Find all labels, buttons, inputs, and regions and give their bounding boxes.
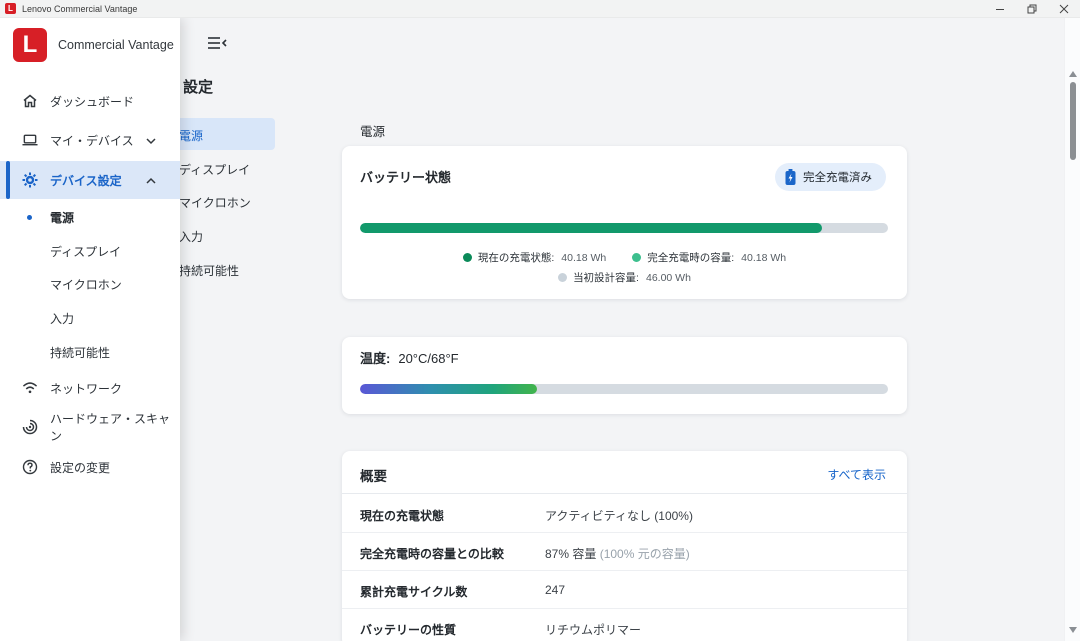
gear-icon — [22, 172, 38, 188]
row-cycle-count-label: 累計充電サイクル数 — [360, 583, 467, 600]
sidebar-item-display[interactable]: ディスプレイ — [0, 237, 180, 265]
table-row: 完全充電時の容量との比較 87% 容量 (100% 元の容量) — [342, 533, 907, 571]
sidebar-item-network[interactable]: ネットワーク — [0, 374, 180, 402]
legend-dot-current — [463, 253, 472, 262]
legend-current-charge: 現在の充電状態: 40.18 Wh — [463, 250, 606, 265]
battery-status-badge: 完全充電済み — [775, 163, 886, 191]
legend-design-value: 46.00 Wh — [646, 272, 691, 284]
close-button[interactable] — [1048, 0, 1080, 18]
legend-current-label: 現在の充電状態: — [478, 250, 554, 265]
maximize-button[interactable] — [1016, 0, 1048, 18]
brand-name: Commercial Vantage — [58, 38, 174, 52]
legend-dot-full — [632, 253, 641, 262]
sidebar-item-my-devices[interactable]: マイ・デバイス — [0, 126, 180, 154]
legend-design-label: 当初設計容量: — [573, 270, 639, 285]
laptop-icon — [22, 132, 38, 148]
sidebar-item-hardware-scan[interactable]: ハードウェア・スキャン — [0, 413, 180, 441]
battery-card-title: バッテリー状態 — [360, 167, 451, 186]
temperature-progress-fill — [360, 384, 537, 394]
section-label-power: 電源 — [360, 121, 385, 140]
subnav-item-sustainability[interactable]: 持続可能性 — [179, 262, 239, 279]
legend-design-capacity: 当初設計容量: 46.00 Wh — [558, 270, 691, 285]
temperature-value: 20°C/68°F — [398, 351, 458, 366]
page-title: 設定 — [183, 76, 213, 97]
battery-status-card: バッテリー状態 完全充電済み 現在の充電状態: 40.18 Wh 完全充電時の容… — [342, 146, 907, 299]
sidebar: L Commercial Vantage ダッシュボード マイ・デバイス — [0, 18, 180, 641]
scroll-down-icon[interactable] — [1069, 627, 1077, 633]
show-all-link[interactable]: すべて表示 — [827, 466, 886, 483]
wifi-icon — [22, 380, 38, 396]
chevron-up-icon — [145, 174, 157, 186]
table-row: バッテリーの性質 リチウムポリマー — [342, 609, 907, 641]
vertical-scrollbar[interactable] — [1064, 18, 1080, 641]
battery-progress-fill — [360, 223, 822, 233]
battery-badge-label: 完全充電済み — [803, 169, 872, 185]
scroll-up-icon[interactable] — [1069, 71, 1077, 77]
sidebar-item-change-settings[interactable]: 設定の変更 — [0, 453, 180, 481]
sidebar-item-microphone[interactable]: マイクロホン — [0, 270, 180, 298]
legend-full-charge: 完全充電時の容量: 40.18 Wh — [632, 250, 786, 265]
chevron-down-icon — [145, 134, 157, 146]
subnav-item-microphone[interactable]: マイクロホン — [179, 194, 251, 211]
row-capacity-compare-muted: (100% 元の容量) — [600, 547, 690, 561]
subnav-item-input[interactable]: 入力 — [179, 228, 203, 245]
overview-card: 概要 すべて表示 現在の充電状態 アクティビティなし (100%) 完全充電時の… — [342, 451, 907, 641]
menu-collapse-icon[interactable] — [207, 35, 227, 53]
overview-title: 概要 — [360, 465, 387, 485]
window-title: Lenovo Commercial Vantage — [22, 4, 137, 14]
table-row: 現在の充電状態 アクティビティなし (100%) — [342, 495, 907, 533]
sidebar-item-dashboard[interactable]: ダッシュボード — [0, 87, 180, 115]
row-capacity-compare-label: 完全充電時の容量との比較 — [360, 545, 504, 562]
subnav-item-display[interactable]: ディスプレイ — [179, 161, 250, 178]
sidebar-item-power[interactable]: 電源 — [0, 203, 180, 231]
subnav-item-power-label: 電源 — [179, 127, 203, 144]
app-logo-icon: L — [5, 3, 16, 14]
brand: L Commercial Vantage — [13, 28, 174, 62]
legend-dot-design — [558, 273, 567, 282]
active-bullet-icon — [27, 215, 32, 220]
row-capacity-compare-value: 87% 容量 (100% 元の容量) — [545, 545, 690, 562]
scan-spiral-icon — [22, 419, 38, 435]
lenovo-logo-icon: L — [13, 28, 47, 62]
row-current-charge-value: アクティビティなし (100%) — [545, 507, 693, 524]
temperature-card: 温度: 20°C/68°F — [342, 337, 907, 414]
temperature-progress-bar — [360, 384, 888, 394]
row-current-charge-label: 現在の充電状態 — [360, 507, 444, 524]
row-battery-type-label: バッテリーの性質 — [360, 621, 456, 638]
scrollbar-thumb[interactable] — [1070, 82, 1076, 160]
sidebar-item-sustainability[interactable]: 持続可能性 — [0, 338, 180, 366]
home-icon — [22, 93, 38, 109]
temperature-label: 温度: — [360, 351, 390, 366]
sidebar-item-device-settings[interactable]: デバイス設定 — [0, 166, 180, 194]
legend-current-value: 40.18 Wh — [561, 252, 606, 264]
row-battery-type-value: リチウムポリマー — [545, 621, 641, 638]
minimize-button[interactable] — [984, 0, 1016, 18]
legend-full-label: 完全充電時の容量: — [647, 250, 734, 265]
titlebar: L Lenovo Commercial Vantage — [0, 0, 1080, 18]
battery-icon — [785, 169, 796, 185]
help-circle-icon — [22, 459, 38, 475]
battery-progress-bar — [360, 223, 888, 233]
table-row: 累計充電サイクル数 247 — [342, 571, 907, 609]
sidebar-item-input[interactable]: 入力 — [0, 304, 180, 332]
row-cycle-count-value: 247 — [545, 583, 565, 597]
legend-full-value: 40.18 Wh — [741, 252, 786, 264]
